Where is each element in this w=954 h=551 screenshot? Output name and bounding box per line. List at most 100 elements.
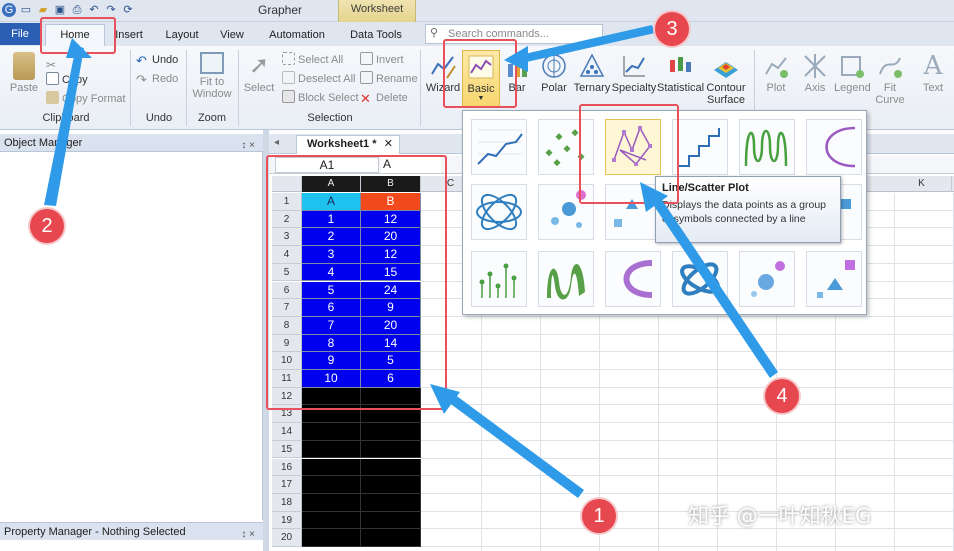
delete-button[interactable]: ✕ Delete — [360, 90, 408, 106]
deselect-icon — [282, 71, 295, 84]
cell-a14[interactable] — [302, 423, 361, 441]
cell-a19[interactable] — [302, 511, 361, 530]
3d-bubble-icon — [751, 261, 785, 297]
row-header[interactable]: 14 — [272, 423, 302, 441]
new-icon[interactable]: ▭ — [19, 3, 33, 17]
text-button[interactable]: A Text — [914, 50, 952, 110]
copy-button[interactable]: Copy — [46, 72, 88, 88]
add-legend-button[interactable]: Legend — [834, 50, 871, 110]
cell-b18[interactable] — [361, 493, 421, 512]
cell-a20[interactable] — [302, 529, 361, 547]
ternary-button[interactable]: Ternary — [573, 50, 611, 110]
column-header-k[interactable]: K — [892, 176, 952, 192]
app-logo-icon[interactable]: G — [2, 3, 16, 17]
object-manager-panel — [0, 152, 263, 520]
gallery-parametric-plot[interactable] — [471, 184, 527, 240]
ternary-chart-icon — [579, 53, 605, 77]
grid-line — [421, 351, 954, 353]
3d-polar-icon — [623, 260, 652, 298]
save-icon[interactable]: ▣ — [53, 3, 67, 17]
refresh-icon[interactable]: ⟳ — [121, 3, 135, 17]
row-header[interactable]: 19 — [272, 511, 302, 530]
cell-b20[interactable] — [361, 529, 421, 547]
rename-button[interactable]: Rename — [360, 71, 418, 87]
redo-icon[interactable]: ↷ — [104, 3, 118, 17]
gallery-polar-function[interactable] — [806, 119, 862, 175]
fit-to-window-button[interactable]: Fit to Window — [190, 50, 234, 110]
redo-button[interactable]: ↷ Redo — [136, 71, 178, 87]
context-tab-worksheet: Worksheet — [338, 0, 416, 22]
add-axis-button[interactable]: Axis — [796, 50, 834, 110]
cell-a17[interactable] — [302, 476, 361, 494]
property-manager-header: Property Manager - Nothing Selected ↕ × — [0, 522, 263, 540]
select-button[interactable]: ➚ Select — [242, 50, 276, 110]
gallery-function-plot[interactable] — [739, 119, 795, 175]
polar-button[interactable]: Polar — [535, 50, 573, 110]
row-header[interactable]: 18 — [272, 493, 302, 512]
tab-data-tools[interactable]: Data Tools — [342, 25, 410, 45]
block-select-button[interactable]: Block Select — [282, 90, 359, 106]
cell-b16[interactable] — [361, 458, 421, 477]
gallery-stem-plot[interactable] — [471, 251, 527, 307]
gallery-ribbon-plot[interactable] — [538, 251, 594, 307]
parametric-plot-icon — [476, 193, 522, 231]
deselect-all-button[interactable]: Deselect All — [282, 71, 355, 87]
axis-icon — [804, 54, 826, 78]
separator — [186, 50, 187, 126]
grid-line — [421, 546, 954, 547]
cut-button[interactable]: ✂ — [46, 56, 62, 72]
cell-b17[interactable] — [361, 476, 421, 494]
tab-view[interactable]: View — [212, 25, 252, 45]
grid-line — [421, 475, 954, 477]
select-all-button[interactable]: Select All — [282, 52, 343, 68]
undo-button[interactable]: ↶ Undo — [136, 52, 178, 68]
grid-line — [894, 193, 895, 551]
fit-curve-button[interactable]: Fit Curve — [872, 50, 908, 110]
cell-b15[interactable] — [361, 440, 421, 459]
contour-surface-button[interactable]: Contour Surface — [703, 50, 749, 110]
paste-button[interactable]: Paste — [6, 50, 42, 110]
tab-layout[interactable]: Layout — [158, 25, 206, 45]
cell-b19[interactable] — [361, 511, 421, 530]
fit-window-icon — [200, 52, 224, 74]
gallery-3d-bubble[interactable] — [739, 251, 795, 307]
cell-a18[interactable] — [302, 493, 361, 512]
copy-format-button[interactable]: Copy Format — [46, 91, 126, 107]
3d-parametric-icon — [680, 262, 720, 296]
grid-line — [421, 439, 954, 441]
tab-worksheet1[interactable]: Worksheet1 * ✕ — [296, 135, 400, 154]
statistical-button[interactable]: Statistical — [657, 50, 704, 110]
invert-icon — [360, 52, 373, 65]
cell-a15[interactable] — [302, 440, 361, 459]
annotation-badge-4: 4 — [765, 379, 799, 413]
row-header[interactable]: 16 — [272, 458, 302, 477]
tab-scroll-left-icon[interactable]: ◂ — [274, 137, 279, 148]
undo-icon[interactable]: ↶ — [87, 3, 101, 17]
open-icon[interactable]: ▰ — [36, 3, 50, 17]
add-plot-button[interactable]: Plot — [758, 50, 794, 110]
gallery-step-plot[interactable] — [672, 119, 728, 175]
gallery-3d-class-scatter[interactable] — [806, 251, 862, 307]
grid-line — [421, 386, 954, 388]
group-label-zoom: Zoom — [197, 112, 227, 124]
row-header[interactable]: 20 — [272, 529, 302, 547]
cell-a16[interactable] — [302, 458, 361, 477]
paste-icon — [13, 52, 35, 80]
row-header[interactable]: 17 — [272, 476, 302, 494]
group-label-clipboard: Clipboard — [42, 112, 90, 124]
specialty-button[interactable]: Specialty — [611, 50, 657, 110]
fit-curve-icon — [879, 57, 902, 78]
gallery-line-plot[interactable] — [471, 119, 527, 175]
cell-b14[interactable] — [361, 423, 421, 441]
close-icon[interactable]: ✕ — [384, 136, 393, 153]
gallery-3d-parametric[interactable] — [672, 251, 728, 307]
print-icon[interactable]: ⎙ — [70, 3, 84, 17]
gallery-3d-polar[interactable] — [605, 251, 661, 307]
function-plot-icon — [744, 129, 788, 167]
row-header[interactable]: 15 — [272, 440, 302, 459]
tab-automation[interactable]: Automation — [262, 25, 332, 45]
copy-icon — [46, 72, 59, 85]
watermark: 知乎 @一叶知秋EG — [688, 504, 872, 528]
invert-button[interactable]: Invert — [360, 52, 404, 68]
tab-file[interactable]: File — [0, 23, 40, 45]
